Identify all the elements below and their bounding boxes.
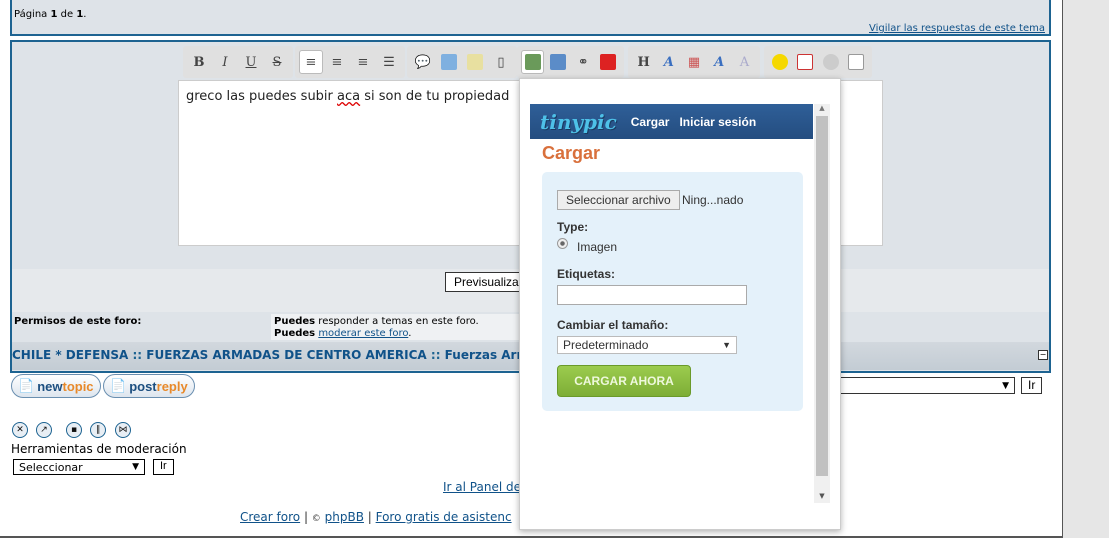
tags-label: Etiquetas: bbox=[557, 267, 616, 281]
create-forum-link[interactable]: Crear foro bbox=[240, 510, 300, 524]
mod-tools-select[interactable]: Seleccionar ▼ bbox=[13, 459, 145, 475]
heading-button[interactable]: H bbox=[632, 50, 655, 74]
jump-go-button[interactable]: Ir bbox=[1021, 377, 1043, 394]
breadcrumb: CHILE * DEFENSA :: FUERZAS ARMADAS DE CE… bbox=[12, 348, 561, 362]
footer: Crear foro | © phpBB | Foro gratis de as… bbox=[240, 510, 512, 524]
toolbar-group-text: H A ▦ A A bbox=[628, 46, 760, 78]
pagination-text: Página 1 de 1. bbox=[14, 9, 87, 20]
delete-icon[interactable]: ✕ bbox=[12, 422, 28, 438]
image-host-icon[interactable] bbox=[521, 50, 545, 74]
tinypic-title: Cargar bbox=[542, 143, 601, 163]
type-option-label: Imagen bbox=[577, 240, 618, 254]
panel-link[interactable]: Ir al Panel de bbox=[443, 480, 521, 494]
resize-select[interactable]: Predeterminado ▼ bbox=[557, 336, 737, 354]
upload-now-button[interactable]: CARGAR AHORA bbox=[557, 365, 691, 397]
mod-go-button[interactable]: Ir bbox=[153, 459, 174, 475]
tinypic-header: tinypic Cargar Iniciar sesión bbox=[530, 104, 813, 139]
image-icon[interactable] bbox=[546, 50, 569, 74]
tinypic-nav-upload[interactable]: Cargar bbox=[631, 115, 670, 129]
underline-button[interactable]: U bbox=[239, 50, 263, 74]
quote-icon[interactable]: 💬 bbox=[411, 50, 435, 74]
toolbar-group-format: B I U S bbox=[183, 46, 293, 78]
preview-button[interactable]: Previsualiza bbox=[445, 272, 528, 292]
date-icon[interactable] bbox=[794, 50, 818, 74]
new-topic-button[interactable]: 📄 new topic bbox=[11, 374, 101, 398]
font-icon[interactable]: A bbox=[708, 50, 731, 74]
moderate-forum-link[interactable]: moderar este foro bbox=[318, 328, 408, 339]
pagination-panel: Página 1 de 1. Vigilar las respuestas de… bbox=[10, 0, 1051, 36]
align-right-icon[interactable]: ≡ bbox=[351, 50, 375, 74]
tinypic-logo: tinypic bbox=[540, 109, 617, 134]
toolbar-group-align: ≡ ≡ ≡ ☰ bbox=[295, 46, 405, 78]
tinypic-nav-login[interactable]: Iniciar sesión bbox=[679, 115, 756, 129]
toolbar-group-blocks: 💬 ▯ bbox=[407, 46, 517, 78]
strike-button[interactable]: S bbox=[265, 50, 289, 74]
type-label: Type: bbox=[557, 220, 589, 234]
post-reply-button[interactable]: 📄 post reply bbox=[103, 374, 195, 398]
page-gutter bbox=[1062, 0, 1109, 538]
watch-topic-link[interactable]: Vigilar las respuestas de este tema bbox=[869, 23, 1045, 34]
file-status: Ning...nado bbox=[682, 193, 744, 207]
bold-button[interactable]: B bbox=[187, 50, 211, 74]
align-left-icon[interactable]: ≡ bbox=[299, 50, 323, 74]
collapse-icon[interactable]: − bbox=[1038, 350, 1048, 360]
tinypic-popup: tinypic Cargar Iniciar sesión Cargar Sel… bbox=[519, 78, 841, 530]
font-size-icon[interactable]: A bbox=[657, 50, 680, 74]
mod-tools-label: Herramientas de moderación bbox=[11, 442, 187, 456]
color-icon[interactable]: ▦ bbox=[682, 50, 705, 74]
type-radio[interactable] bbox=[557, 238, 568, 249]
code-icon[interactable] bbox=[437, 50, 461, 74]
remove-format-icon[interactable]: A bbox=[733, 50, 756, 74]
permissions-list: Puedes responder a temas en este foro. P… bbox=[271, 314, 521, 340]
breadcrumb-link[interactable]: FUERZAS ARMADAS DE CENTRO AMERICA bbox=[146, 348, 426, 362]
youtube-icon[interactable] bbox=[597, 50, 620, 74]
hide-icon[interactable]: ▯ bbox=[489, 50, 513, 74]
select-file-button[interactable]: Seleccionar archivo bbox=[557, 190, 680, 210]
align-center-icon[interactable]: ≡ bbox=[325, 50, 349, 74]
jump-to-select[interactable]: ▼ bbox=[838, 377, 1015, 394]
upload-form: Seleccionar archivo Ning...nado Type: Im… bbox=[542, 172, 803, 411]
resize-label: Cambiar el tamaño: bbox=[557, 318, 669, 332]
toolbar-group-misc bbox=[764, 46, 872, 78]
permissions-label: Permisos de este foro: bbox=[14, 316, 142, 327]
breadcrumb-link[interactable]: CHILE * DEFENSA bbox=[12, 348, 128, 362]
link-icon[interactable]: ⚭ bbox=[572, 50, 595, 74]
time-icon[interactable] bbox=[819, 50, 843, 74]
spoiler-icon[interactable] bbox=[463, 50, 487, 74]
split-icon[interactable]: ∥ bbox=[90, 422, 106, 438]
page-icon[interactable] bbox=[845, 50, 869, 74]
lock-icon[interactable]: ▪ bbox=[66, 422, 82, 438]
scrollbar-thumb[interactable] bbox=[816, 116, 828, 476]
justify-icon[interactable]: ☰ bbox=[377, 50, 401, 74]
free-forum-link[interactable]: Foro gratis de asistenc bbox=[376, 510, 512, 524]
popup-scrollbar[interactable]: ▲ ▼ bbox=[814, 104, 830, 503]
move-icon[interactable]: ↗ bbox=[36, 422, 52, 438]
emoticon-icon[interactable] bbox=[768, 50, 792, 74]
italic-button[interactable]: I bbox=[213, 50, 237, 74]
tags-input[interactable] bbox=[557, 285, 747, 305]
phpbb-link[interactable]: phpBB bbox=[325, 510, 364, 524]
merge-icon[interactable]: ⋈ bbox=[115, 422, 131, 438]
toolbar-group-media: ⚭ bbox=[517, 46, 624, 78]
